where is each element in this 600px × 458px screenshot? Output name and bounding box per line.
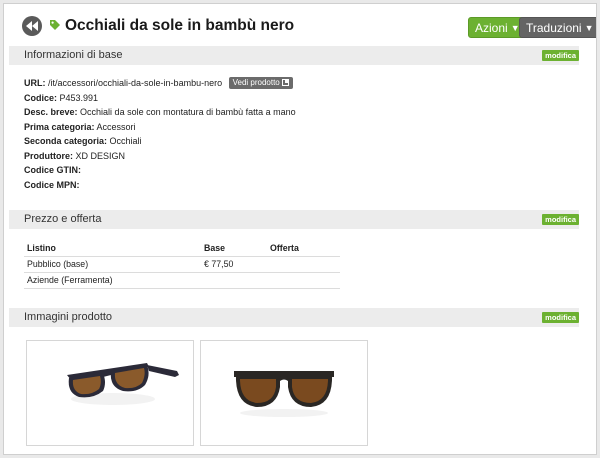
back-icon bbox=[26, 21, 38, 31]
sunglasses-side-image bbox=[67, 363, 179, 405]
tag-icon bbox=[50, 20, 60, 30]
info-row-url: URL: /it/accessori/occhiali-da-sole-in-b… bbox=[24, 76, 296, 91]
info-label: Produttore: bbox=[24, 150, 73, 161]
price-table: Listino Base Offerta Pubblico (base) € 7… bbox=[24, 241, 340, 289]
actions-button-label: Azioni bbox=[475, 21, 508, 35]
chevron-down-icon: ▼ bbox=[584, 23, 594, 33]
product-panel: Occhiali da sole in bambù nero Azioni ▼ T… bbox=[3, 3, 597, 455]
translations-button-label: Traduzioni bbox=[526, 21, 582, 35]
info-label: Seconda categoria: bbox=[24, 136, 108, 146]
view-product-button[interactable]: Vedi prodotto bbox=[228, 77, 293, 89]
product-image-side[interactable] bbox=[26, 340, 194, 446]
info-label: Desc. breve: bbox=[24, 107, 78, 117]
section-price: Prezzo e offerta modifica bbox=[9, 210, 579, 229]
info-row-second-category: Seconda categoria: Occhiali bbox=[24, 134, 296, 149]
info-row-mpn: Codice MPN: bbox=[24, 178, 296, 193]
page-title: Occhiali da sole in bambù nero bbox=[65, 17, 295, 34]
info-value: Occhiali da sole con montatura di bambù … bbox=[80, 107, 296, 117]
info-value: P453.991 bbox=[59, 92, 99, 103]
info-label: URL: bbox=[24, 78, 46, 88]
table-cell: € 77,50 bbox=[201, 255, 267, 272]
view-product-label: Vedi prodotto bbox=[232, 78, 280, 87]
column-header: Base bbox=[204, 243, 226, 254]
section-title: Prezzo e offerta bbox=[24, 213, 102, 225]
table-cell: Aziende (Ferramenta) bbox=[24, 271, 201, 289]
table-cell bbox=[201, 271, 267, 289]
table-row: Pubblico (base) € 77,50 bbox=[24, 255, 340, 272]
table-header-row: Listino Base Offerta bbox=[24, 241, 340, 256]
section-images: Immagini prodotto modifica bbox=[9, 308, 579, 327]
translations-button[interactable]: Traduzioni ▼ bbox=[519, 17, 596, 38]
table-cell bbox=[267, 271, 340, 289]
info-label: Prima categoria: bbox=[24, 121, 95, 132]
actions-button[interactable]: Azioni ▼ bbox=[468, 17, 527, 38]
info-row-code: Codice: P453.991 bbox=[24, 91, 296, 106]
table-row: Aziende (Ferramenta) bbox=[24, 271, 340, 289]
edit-images-button[interactable]: modifica bbox=[542, 312, 579, 323]
info-label: Codice GTIN: bbox=[24, 165, 82, 175]
info-row-producer: Produttore: XD DESIGN bbox=[24, 149, 296, 164]
column-header: Listino bbox=[27, 243, 56, 254]
section-title: Informazioni di base bbox=[24, 49, 123, 61]
external-link-icon bbox=[281, 79, 289, 86]
info-label: Codice MPN: bbox=[24, 179, 80, 190]
sunglasses-front-image bbox=[234, 371, 334, 417]
table-cell bbox=[267, 255, 340, 272]
column-header: Offerta bbox=[270, 243, 299, 254]
info-row-first-category: Prima categoria: Accessori bbox=[24, 120, 296, 135]
info-value: Occhiali bbox=[109, 136, 142, 146]
edit-price-button[interactable]: modifica bbox=[542, 214, 579, 225]
info-row-short-desc: Desc. breve: Occhiali da sole con montat… bbox=[24, 105, 296, 120]
edit-basic-info-button[interactable]: modifica bbox=[542, 50, 579, 61]
section-basic-info: Informazioni di base modifica bbox=[9, 46, 579, 65]
info-value: Accessori bbox=[96, 121, 136, 132]
info-row-gtin: Codice GTIN: bbox=[24, 163, 296, 178]
info-label: Codice: bbox=[24, 92, 58, 103]
section-title: Immagini prodotto bbox=[24, 311, 113, 323]
basic-info-list: URL: /it/accessori/occhiali-da-sole-in-b… bbox=[24, 76, 296, 192]
page-header: Occhiali da sole in bambù nero Azioni ▼ T… bbox=[4, 4, 596, 46]
back-button[interactable] bbox=[22, 16, 42, 36]
info-value: /it/accessori/occhiali-da-sole-in-bambu-… bbox=[48, 78, 223, 88]
table-cell: Pubblico (base) bbox=[24, 255, 201, 272]
info-value: XD DESIGN bbox=[75, 150, 126, 161]
product-image-front[interactable] bbox=[200, 340, 368, 446]
